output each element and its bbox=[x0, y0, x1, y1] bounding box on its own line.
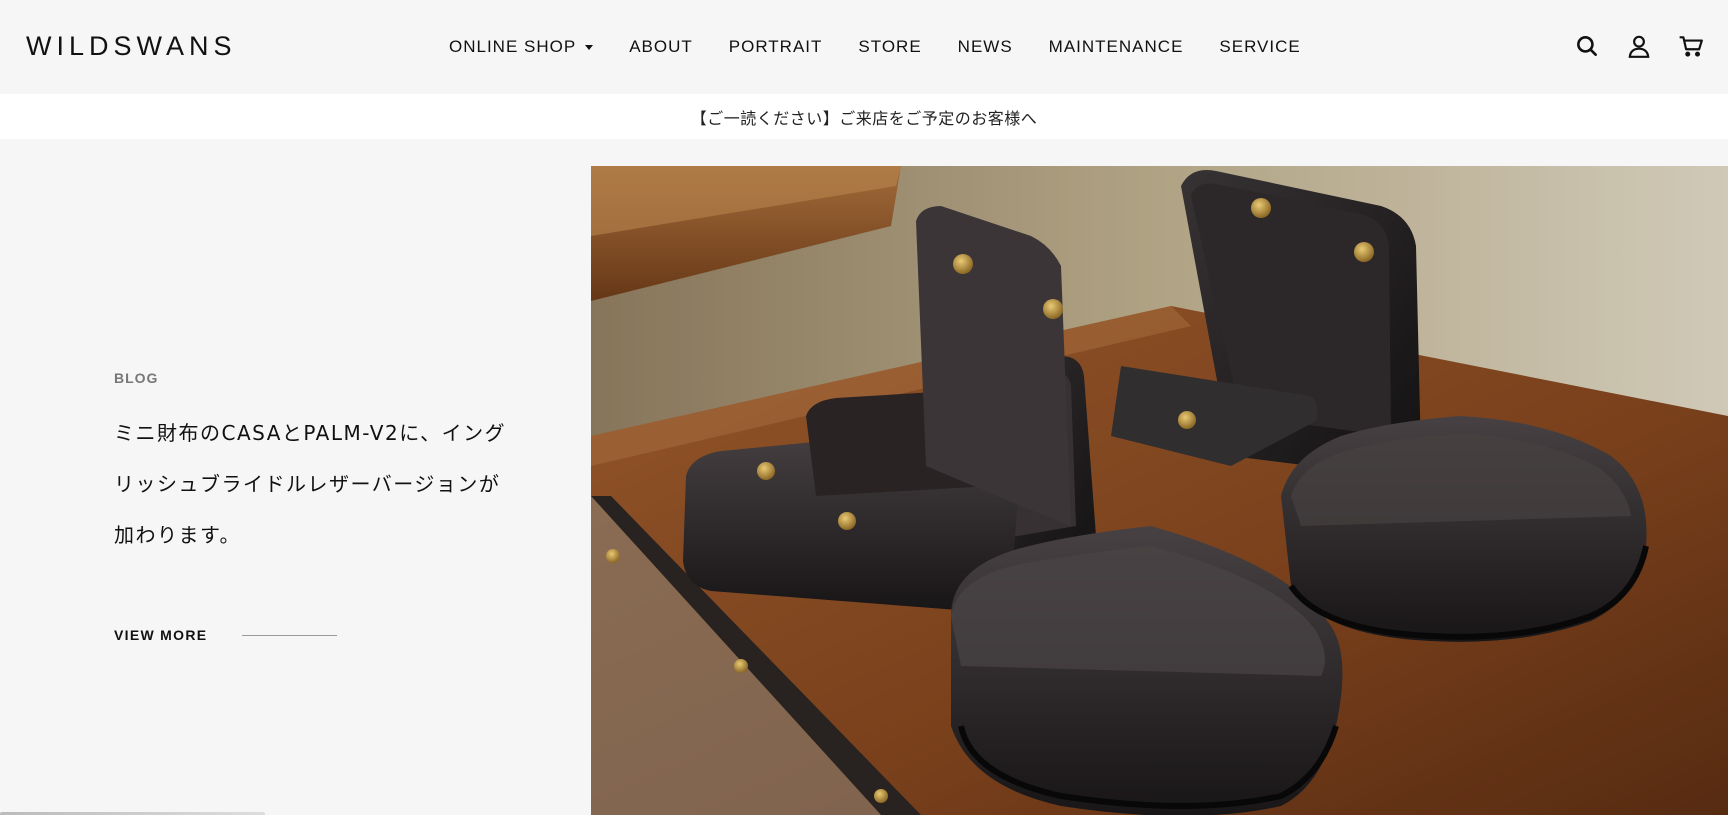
nav-item-online-shop[interactable]: ONLINE SHOP bbox=[449, 36, 594, 58]
announcement-bar: 【ご一読ください】ご来店をご予定のお客様へ bbox=[0, 94, 1728, 139]
chevron-down-icon bbox=[585, 45, 594, 50]
nav-item-about[interactable]: ABOUT bbox=[629, 36, 693, 58]
cart-icon[interactable] bbox=[1678, 33, 1704, 59]
post-headline[interactable]: ミニ財布のCASAとPALM-V2に、イング リッシュブライドルレザーバージョン… bbox=[114, 408, 534, 561]
header-actions bbox=[1548, 33, 1704, 59]
headline-line: リッシュブライドルレザーバージョンが bbox=[114, 472, 501, 496]
view-more-label: VIEW MORE bbox=[114, 627, 208, 643]
search-icon[interactable] bbox=[1574, 33, 1600, 59]
account-icon[interactable] bbox=[1626, 33, 1652, 59]
headline-line: 加わります。 bbox=[114, 523, 241, 547]
nav-item-service[interactable]: SERVICE bbox=[1219, 36, 1300, 58]
site-logo[interactable]: WILDSWANS bbox=[26, 30, 237, 62]
nav-item-maintenance[interactable]: MAINTENANCE bbox=[1049, 36, 1184, 58]
hero-image[interactable] bbox=[591, 166, 1728, 815]
nav-item-label: ONLINE SHOP bbox=[449, 37, 577, 56]
post-category: BLOG bbox=[114, 370, 159, 386]
headline-line: ミニ財布のCASAとPALM-V2に、イング bbox=[114, 421, 507, 445]
view-more-divider bbox=[242, 634, 338, 636]
nav-item-news[interactable]: NEWS bbox=[958, 36, 1013, 58]
main-nav: ONLINE SHOP ABOUT PORTRAIT STORE NEWS MA… bbox=[449, 36, 1301, 58]
announcement-link[interactable]: 【ご一読ください】ご来店をご予定のお客様へ bbox=[691, 105, 1038, 129]
nav-item-portrait[interactable]: PORTRAIT bbox=[729, 36, 823, 58]
view-more-link[interactable]: VIEW MORE bbox=[114, 627, 338, 643]
nav-item-store[interactable]: STORE bbox=[858, 36, 921, 58]
site-header: WILDSWANS ONLINE SHOP ABOUT PORTRAIT STO… bbox=[0, 0, 1728, 94]
